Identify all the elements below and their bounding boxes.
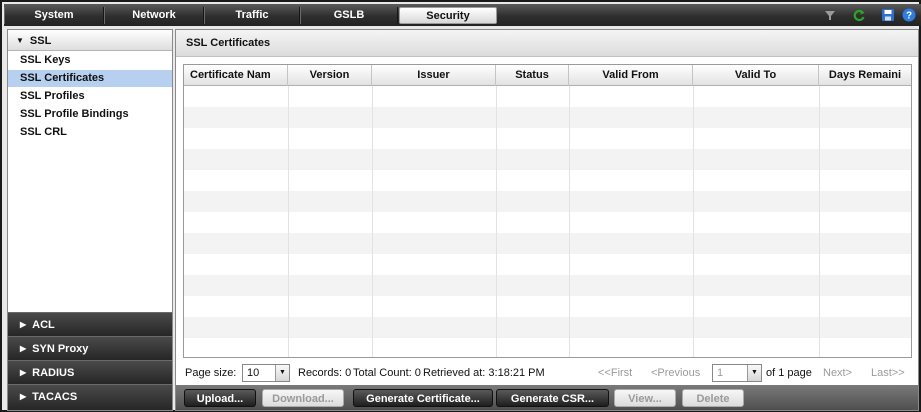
upload-button[interactable]: Upload... [184,389,256,407]
table-row [184,191,911,212]
column-issuer[interactable]: Issuer [372,65,496,86]
column-valid-from[interactable]: Valid From [569,65,693,86]
sidebar-section-acl[interactable]: ▶ ACL [8,312,172,336]
action-toolbar: Upload... Download... Generate Certifica… [176,385,918,410]
certificates-table: Certificate Nam Version Issuer Status Va… [183,64,912,358]
generate-certificate-button[interactable]: Generate Certificate... [353,389,493,407]
delete-button[interactable]: Delete [682,389,744,407]
table-row [184,254,911,275]
column-divider [569,86,570,357]
table-row [184,107,911,128]
download-button[interactable]: Download... [262,389,344,407]
table-row [184,86,911,107]
next-page-link[interactable]: Next> [823,363,852,383]
sidebar-item-ssl-certificates[interactable]: SSL Certificates [8,70,172,87]
table-row [184,149,911,170]
table-row [184,233,911,254]
top-nav-bar: System Network Traffic GSLB Security ? [4,4,921,26]
filter-icon[interactable] [823,8,837,22]
page-number-select[interactable]: 1 ▼ [712,364,762,382]
first-page-link[interactable]: <<First [598,363,632,383]
table-row [184,212,911,233]
refresh-icon[interactable] [852,8,866,22]
column-certificate-name[interactable]: Certificate Nam [184,65,288,86]
table-row [184,128,911,149]
page-size-label: Page size: [185,367,237,379]
sidebar-section-tacacs[interactable]: ▶ TACACS [8,384,172,410]
page-size-select[interactable]: 10 ▼ [242,364,290,382]
table-row [184,338,911,357]
column-version[interactable]: Version [288,65,372,86]
tab-traffic[interactable]: Traffic [204,7,300,24]
records-count: Records: 0 [298,367,352,379]
column-divider [693,86,694,357]
retrieved-time: Retrieved at: 3:18:21 PM [423,367,545,379]
page-size-value: 10 [247,367,260,379]
previous-page-link[interactable]: <Previous [651,363,700,383]
generate-csr-button[interactable]: Generate CSR... [496,389,609,407]
sidebar-item-ssl-profiles[interactable]: SSL Profiles [8,88,172,105]
expand-triangle-icon: ▶ [20,392,27,401]
sidebar-item-ssl-keys[interactable]: SSL Keys [8,52,172,69]
collapse-triangle-icon: ▼ [16,36,24,45]
app-window: System Network Traffic GSLB Security ? ▼… [0,0,921,412]
view-button[interactable]: View... [614,389,676,407]
chevron-down-icon[interactable]: ▼ [275,365,289,381]
column-valid-to[interactable]: Valid To [693,65,819,86]
column-divider [496,86,497,357]
table-row [184,275,911,296]
sidebar-section-syn-proxy[interactable]: ▶ SYN Proxy [8,336,172,360]
total-count: Total Count: 0 [353,367,421,379]
tab-network[interactable]: Network [104,7,204,24]
pager: Page size: 10 ▼ Records: 0 Total Count: … [183,363,912,383]
expand-triangle-icon: ▶ [20,320,27,329]
table-row [184,317,911,338]
tab-system[interactable]: System [4,7,104,24]
chevron-down-icon[interactable]: ▼ [747,365,761,381]
svg-text:?: ? [906,11,912,22]
table-row [184,296,911,317]
sidebar-item-ssl-profile-bindings[interactable]: SSL Profile Bindings [8,106,172,123]
tab-security[interactable]: Security [399,7,497,24]
tab-gslb[interactable]: GSLB [300,7,398,24]
table-row [184,170,911,191]
help-icon[interactable]: ? [902,8,916,22]
sidebar: ▼ SSL SSL Keys SSL Certificates SSL Profi… [7,29,173,411]
column-divider [288,86,289,357]
table-header: Certificate Nam Version Issuer Status Va… [184,65,911,86]
last-page-link[interactable]: Last>> [871,363,905,383]
page-number-value: 1 [717,367,724,379]
sidebar-section-radius[interactable]: ▶ RADIUS [8,360,172,384]
sidebar-section-ssl[interactable]: ▼ SSL [8,30,172,51]
column-divider [372,86,373,357]
expand-triangle-icon: ▶ [20,368,27,377]
column-status[interactable]: Status [496,65,569,86]
page-title: SSL Certificates [176,30,918,57]
page-count: of 1 page [766,367,812,379]
main-panel: SSL Certificates Certificate Nam Version… [175,29,919,411]
column-days-remaining[interactable]: Days Remaini [819,65,911,86]
expand-triangle-icon: ▶ [20,344,27,353]
sidebar-item-ssl-crl[interactable]: SSL CRL [8,124,172,141]
column-divider [819,86,820,357]
save-icon[interactable] [881,8,895,22]
